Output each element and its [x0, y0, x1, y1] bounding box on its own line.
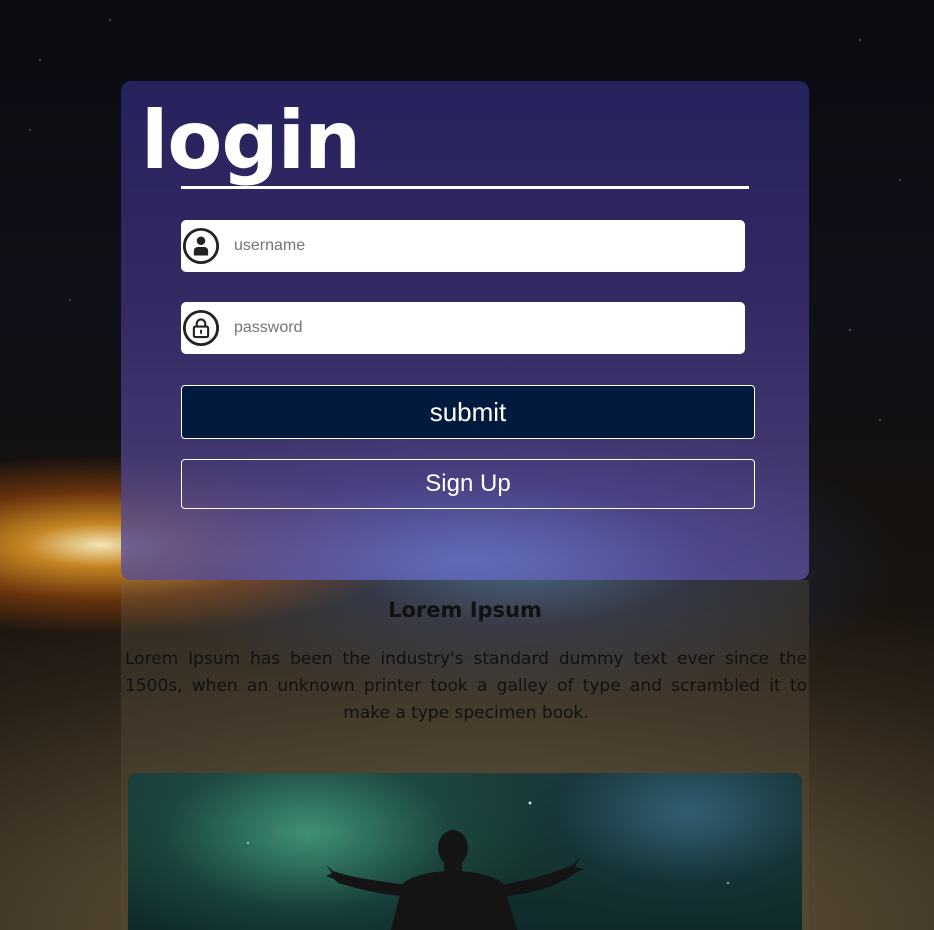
login-title: login — [141, 94, 361, 187]
submit-button[interactable]: submit — [181, 385, 755, 439]
info-section: Lorem Ipsum Lorem Ipsum has been the ind… — [121, 580, 809, 930]
person-silhouette-icon — [247, 801, 729, 930]
user-circle-icon — [182, 227, 220, 265]
lock-circle-icon — [182, 309, 220, 347]
password-field[interactable] — [181, 302, 745, 354]
password-input[interactable] — [232, 307, 716, 349]
username-input[interactable] — [232, 225, 716, 267]
username-field[interactable] — [181, 220, 745, 272]
title-underline — [181, 186, 749, 189]
login-card: login submit Sign Up — [121, 81, 809, 580]
sign-up-button[interactable]: Sign Up — [181, 459, 755, 509]
space-silhouette-image — [128, 773, 802, 930]
info-text: Lorem Ipsum has been the industry's stan… — [125, 649, 807, 723]
info-title: Lorem Ipsum — [388, 598, 542, 622]
